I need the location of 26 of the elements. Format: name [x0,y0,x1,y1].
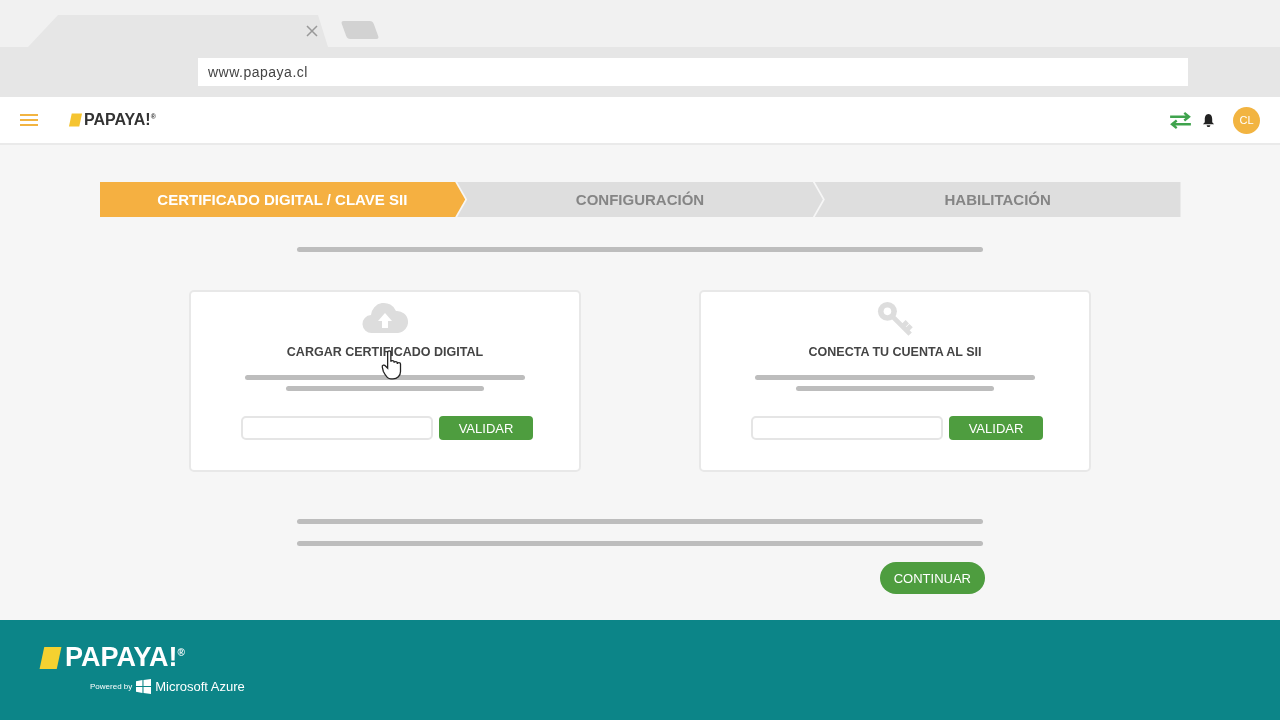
logo-text: PAPAYA!$^{®}$ [84,111,156,129]
swap-arrows-icon[interactable] [1169,111,1192,129]
windows-logo-icon [136,679,152,694]
card-title: CARGAR CERTIFICADO DIGITAL [286,345,484,359]
wizard-step[interactable]: CERTIFICADO DIGITAL / CLAVE SII [99,182,466,217]
cloud-upload-icon [362,300,408,336]
wizard-step[interactable]: HABILITACIÓN [814,182,1181,217]
menu-icon[interactable] [20,113,38,127]
powered-by-text: Powered by [90,682,133,691]
papaya-logo-icon [38,646,63,669]
address-bar[interactable]: www.papaya.cl [198,58,1188,86]
logo-text: PAPAYA!$^{®}$ [65,642,185,673]
partner-name: Microsoft Azure [155,679,245,694]
input-field[interactable] [241,416,433,440]
key-icon [875,300,915,336]
papaya-logo-icon [68,113,83,127]
card-title: CONECTA TU CUENTA AL SII [808,345,982,359]
close-icon[interactable] [306,25,318,37]
wizard-step[interactable]: CONFIGURACIÓN [457,182,823,217]
bell-icon[interactable] [1202,112,1215,128]
continue-button[interactable]: CONTINUAR [879,562,985,594]
validate-button[interactable]: VALIDAR [439,416,533,440]
new-tab-button[interactable] [340,21,380,39]
input-field[interactable] [751,416,943,440]
validate-button[interactable]: VALIDAR [949,416,1043,440]
user-avatar[interactable]: CL [1233,106,1260,134]
